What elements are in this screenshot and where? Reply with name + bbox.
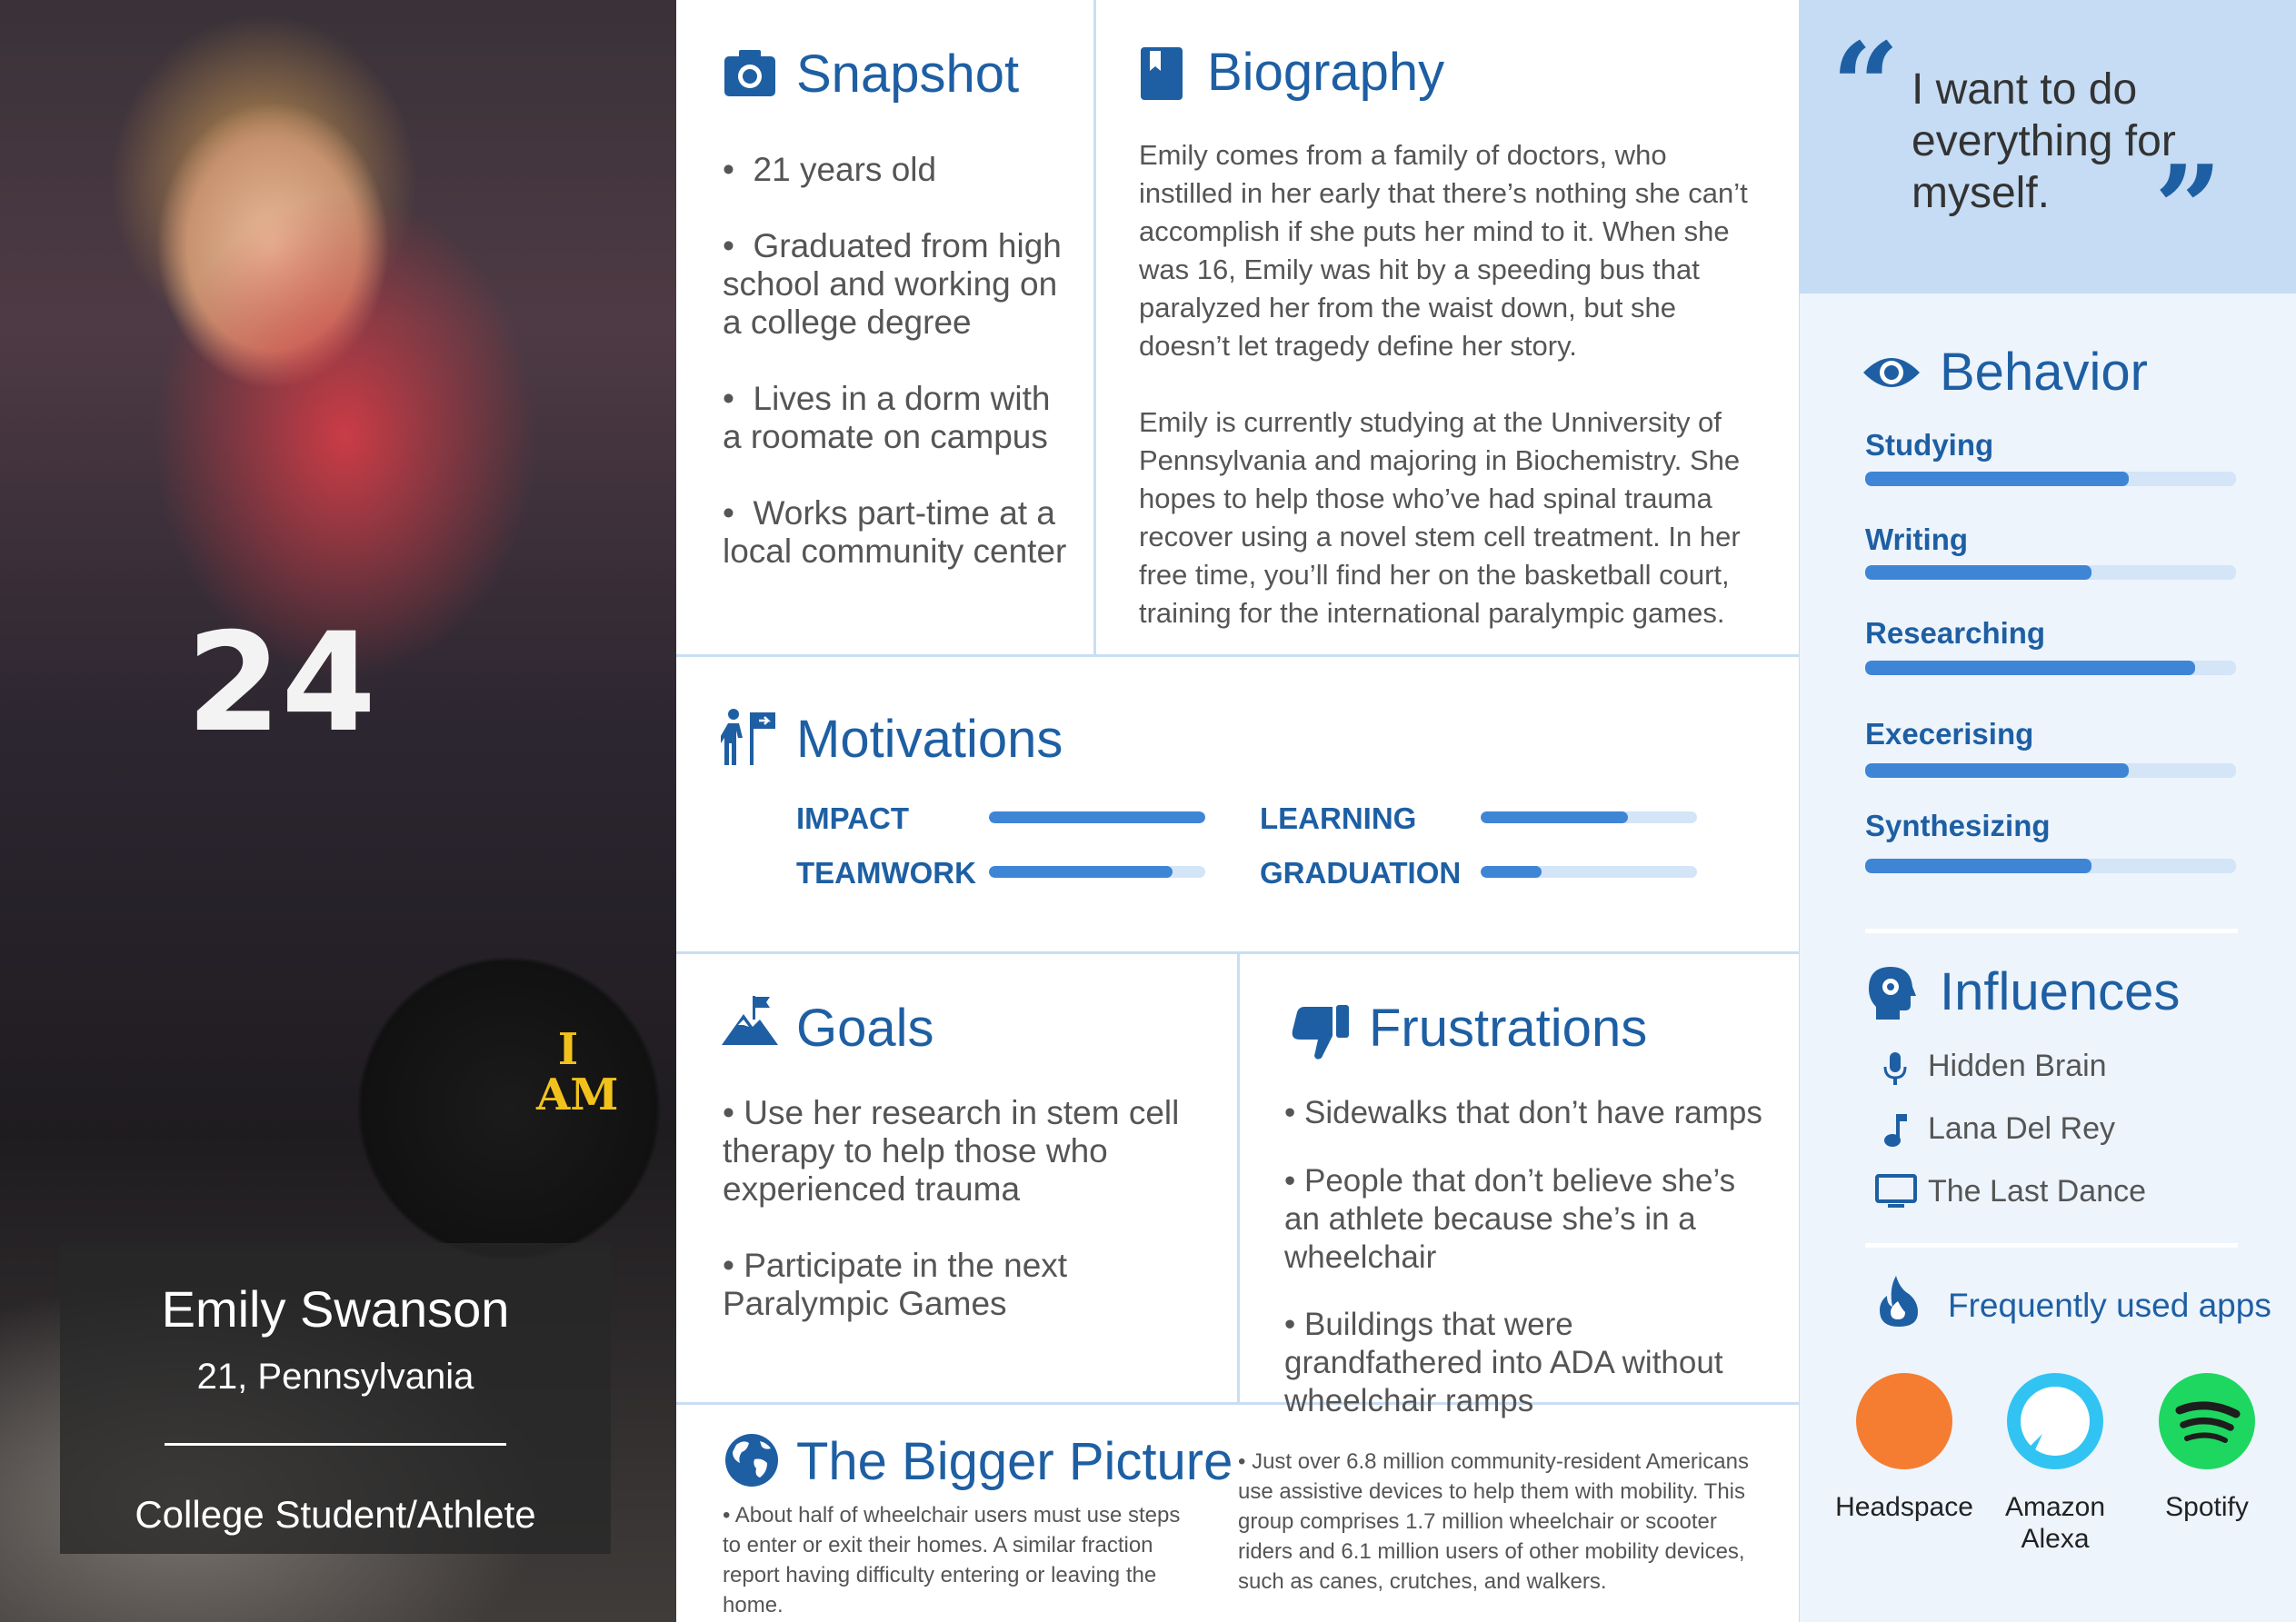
close-quote-icon: ” [2154,139,2222,278]
snapshot-bullet: • 21 years old [723,151,937,188]
open-quote-icon: “ [1832,16,1900,155]
microphone-icon [1883,1052,1907,1085]
apps-title: Frequently used apps [1948,1287,2271,1324]
motivations-title: Motivations [796,710,1063,769]
behavior-label: Execerising [1865,717,2034,751]
motivation-bar [989,866,1205,878]
divider [1865,929,2238,933]
frustration-bullet: • Buildings that were grandfathered into… [1284,1307,1723,1418]
bar-fill [1865,763,2129,778]
motivation-label: LEARNING [1260,801,1417,835]
frustration-bullet: • People that don’t believe she’s an ath… [1284,1163,1736,1275]
divider [676,654,1800,657]
snapshot-bullet: • Graduated from high school and working… [723,227,1062,341]
behavior-bar [1865,763,2236,778]
bigger-picture-title: The Bigger Picture [796,1432,1233,1491]
frustration-bullet: • Sidewalks that don’t have ramps [1284,1095,1762,1130]
persona-name: Emily Swanson [161,1280,510,1338]
camera-icon [724,50,775,96]
nameplate: Emily Swanson 21, Pennsylvania College S… [60,1243,611,1554]
biography-paragraph: Emily is currently studying at the Unniv… [1139,406,1741,629]
book-icon [1141,47,1183,100]
bar-fill [1481,866,1542,878]
app-label: Spotify [2165,1492,2249,1522]
bar-fill [989,811,1205,823]
behavior-label: Researching [1865,616,2046,650]
behavior-label: Studying [1865,428,1994,462]
divider [1865,1243,2238,1248]
goal-bullet: • Use her research in stem cell therapy … [723,1094,1180,1208]
app-label: Headspace [1835,1492,1973,1522]
wheel-text: I AM [536,1024,619,1120]
influences-title: Influences [1940,962,2181,1021]
influence-item: The Last Dance [1928,1174,2147,1209]
bar-fill [1865,661,2196,675]
behavior-label: Writing [1865,522,1969,556]
motivation-bar [989,811,1205,823]
behavior-bar [1865,661,2236,675]
bigger-picture-right: • Just over 6.8 million community-reside… [1238,1449,1749,1594]
motivation-bar [1481,811,1697,823]
divider [1093,0,1096,656]
signpost-person-icon [721,709,775,765]
bigger-picture-left: • About half of wheelchair users must us… [723,1503,1181,1617]
nameplate-divider [165,1443,506,1446]
motivation-label: GRADUATION [1260,856,1462,890]
bar-fill [1865,565,2091,580]
influence-item: Hidden Brain [1928,1049,2107,1083]
biography-title: Biography [1207,43,1445,102]
music-note-icon [1884,1114,1907,1147]
alexa-icon[interactable] [2006,1372,2104,1470]
bar-fill [1865,472,2129,486]
behavior-bar [1865,565,2236,580]
tv-icon [1875,1174,1917,1208]
motivation-label: TEAMWORK [796,856,976,890]
persona-role: College Student/Athlete [135,1493,536,1536]
head-gear-icon [1869,967,1916,1020]
snapshot-bullet: • Lives in a dorm with a roomate on camp… [723,380,1051,455]
jersey-number: 24 [186,604,376,762]
behavior-bar [1865,472,2236,486]
globe-icon [725,1434,778,1487]
bar-fill [1865,859,2091,873]
behavior-title: Behavior [1940,343,2148,402]
persona-location: 21, Pennsylvania [196,1357,474,1397]
divider [1237,951,1240,1404]
app-label: Amazon Alexa [2004,1492,2106,1554]
headspace-icon[interactable] [1856,1373,1952,1469]
persona-photo: 24 I AM Emily Swanson 21, Pennsylvania C… [0,0,676,1622]
behavior-label: Synthesizing [1865,809,2051,842]
mountain-flag-icon [722,996,778,1045]
thumbs-down-icon [1292,1005,1349,1060]
behavior-bar [1865,859,2236,873]
spotify-icon[interactable] [2158,1372,2256,1470]
flame-icon [1880,1276,1918,1327]
bar-fill [989,866,1173,878]
bar-fill [1481,811,1628,823]
snapshot-title: Snapshot [796,45,1020,104]
motivation-bar [1481,866,1697,878]
goals-title: Goals [796,999,934,1058]
motivation-label: IMPACT [796,801,910,835]
goal-bullet: • Participate in the next Paralympic Gam… [723,1247,1068,1322]
eye-icon [1863,358,1920,387]
biography-paragraph: Emily comes from a family of doctors, wh… [1139,139,1748,362]
snapshot-bullet: • Works part-time at a local community c… [723,494,1067,570]
frustrations-title: Frustrations [1369,999,1648,1058]
influence-item: Lana Del Rey [1928,1111,2116,1146]
